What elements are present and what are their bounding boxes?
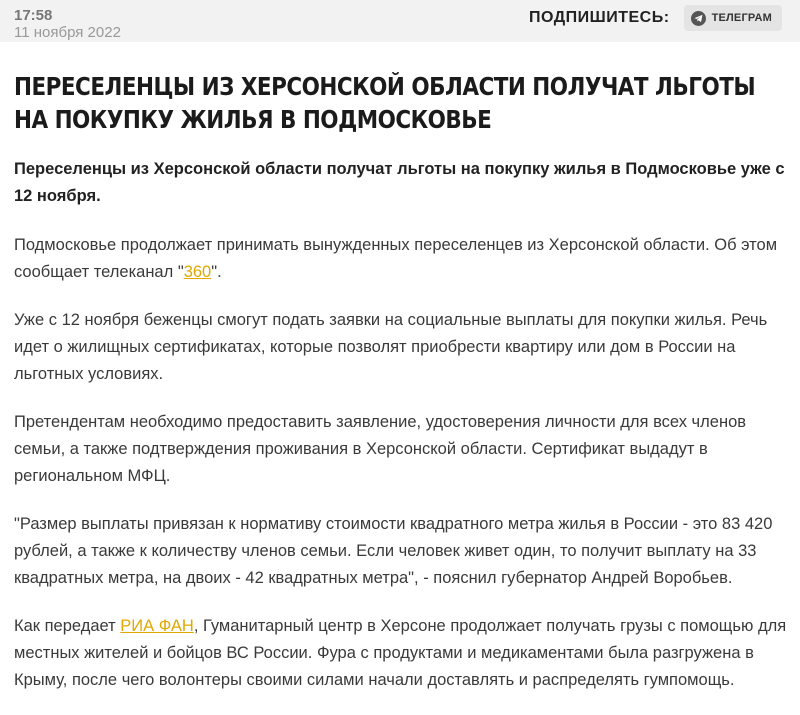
article-paragraph-5: Как передает РИА ФАН, Гуманитарный центр… xyxy=(14,613,789,694)
paragraph-text: Как передает xyxy=(14,617,121,635)
article-paragraph-2: Уже с 12 ноября беженцы смогут подать за… xyxy=(14,311,768,383)
paragraph-text: Подмосковье продолжает принимать вынужде… xyxy=(14,236,778,281)
publish-date: 11 ноября 2022 xyxy=(14,24,121,41)
article-title: ПЕРЕСЕЛЕНЦЫ ИЗ ХЕРСОНСКОЙ ОБЛАСТИ ПОЛУЧА… xyxy=(14,72,756,134)
publish-time: 17:58 xyxy=(14,7,53,24)
article-paragraph-4: "Размер выплаты привязан к нормативу сто… xyxy=(14,515,773,587)
subscribe-label: ПОДПИШИТЕСЬ: xyxy=(529,9,670,26)
link-360[interactable]: 360 xyxy=(184,263,212,281)
article-paragraph-3: Претендентам необходимо предоставить зая… xyxy=(14,413,747,485)
link-ria-fan[interactable]: РИА ФАН xyxy=(120,617,194,635)
article-paragraph-1: Подмосковье продолжает принимать вынужде… xyxy=(14,232,789,286)
subscribe-block: ПОДПИШИТЕСЬ: ТЕЛЕГРАМ xyxy=(529,5,782,31)
top-bar: 17:58 11 ноября 2022 ПОДПИШИТЕСЬ: ТЕЛЕГР… xyxy=(0,0,800,42)
article-lead: Переселенцы из Херсонской области получа… xyxy=(14,160,785,205)
telegram-icon xyxy=(690,10,706,26)
telegram-button[interactable]: ТЕЛЕГРАМ xyxy=(683,5,782,31)
telegram-button-label: ТЕЛЕГРАМ xyxy=(711,12,772,24)
article-body: Переселенцы из Херсонской области получа… xyxy=(14,156,789,715)
paragraph-text: ". xyxy=(211,263,222,281)
